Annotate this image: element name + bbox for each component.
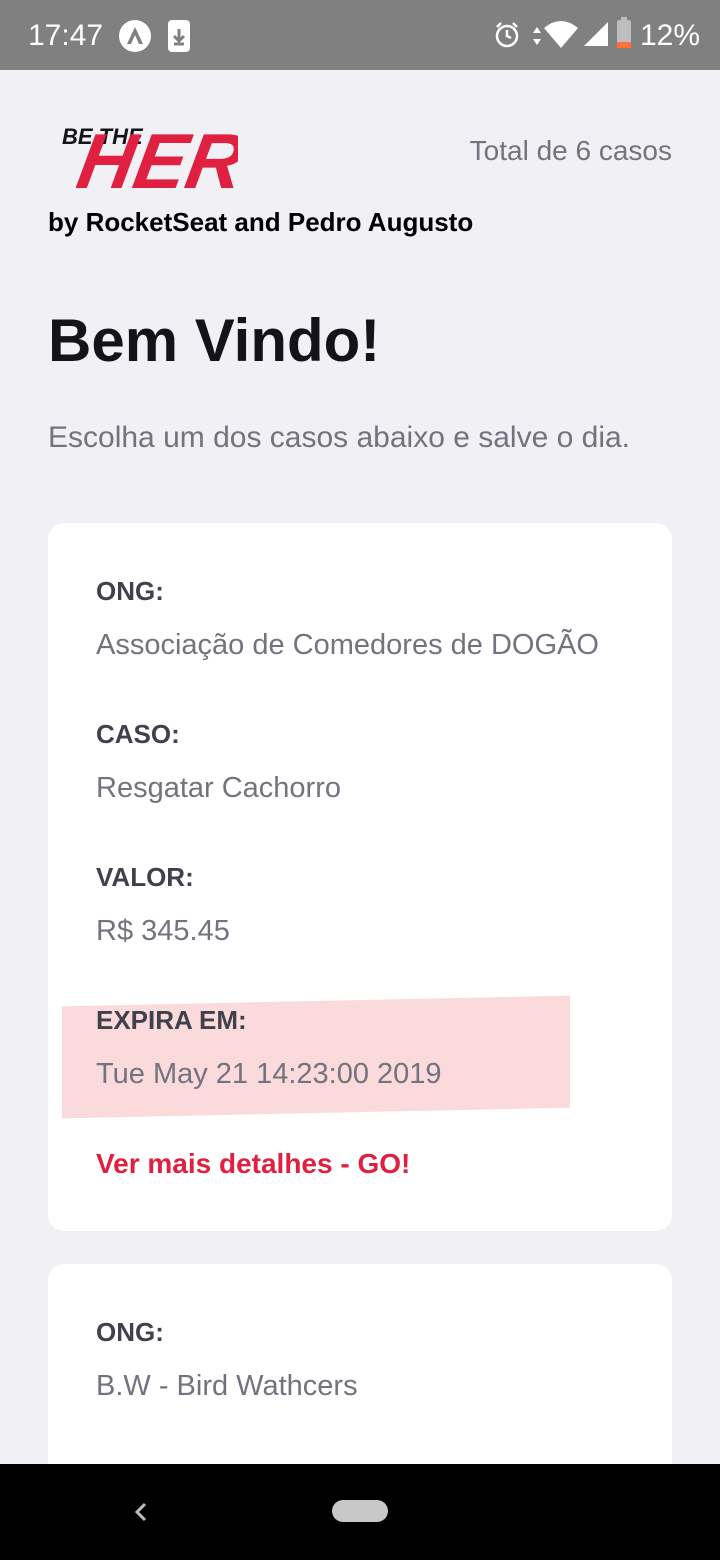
ong-label: ONG: — [96, 576, 164, 606]
value-label: VALOR: — [96, 862, 194, 892]
alarm-icon — [495, 22, 519, 48]
battery-percentage: 12% — [640, 19, 701, 52]
page-description: Escolha um dos casos abaixo e salve o di… — [48, 421, 630, 454]
page-title: Bem Vindo! — [48, 307, 381, 374]
back-icon[interactable] — [126, 1496, 156, 1528]
wifi-icon — [544, 21, 578, 48]
details-link[interactable]: Ver mais detalhes - GO! — [96, 1147, 410, 1181]
total-cases: Total de 6 casos — [469, 135, 672, 166]
battery-icon — [617, 17, 631, 48]
svg-text:HERO: HERO — [71, 118, 238, 192]
app-notification-icon — [119, 20, 151, 52]
status-bar: 17:47 12% — [0, 0, 720, 70]
expires-label: EXPIRA EM: — [96, 1005, 247, 1035]
incident-card: ONG: Associação de Comedores de DOGÃO CA… — [48, 523, 672, 1231]
status-time: 17:47 — [28, 19, 104, 52]
cell-signal-icon — [584, 22, 608, 46]
byline: by RocketSeat and Pedro Augusto — [48, 207, 474, 237]
ong-value: Associação de Comedores de DOGÃO — [96, 629, 599, 661]
expires-value: Tue May 21 14:23:00 2019 — [96, 1058, 442, 1090]
case-value: Resgatar Cachorro — [96, 772, 341, 804]
download-notification-icon — [168, 20, 190, 52]
data-transfer-icon — [533, 27, 541, 45]
home-button[interactable] — [332, 1500, 388, 1522]
ong-value: B.W - Bird Wathcers — [96, 1370, 358, 1402]
value-amount: R$ 345.45 — [96, 915, 230, 947]
ong-label: ONG: — [96, 1317, 164, 1347]
incidents-screen: BE THE HERO by RocketSeat and Pedro Augu… — [0, 70, 720, 1524]
be-the-hero-logo: BE THE HERO — [48, 110, 312, 205]
case-label: CASO: — [96, 719, 180, 749]
